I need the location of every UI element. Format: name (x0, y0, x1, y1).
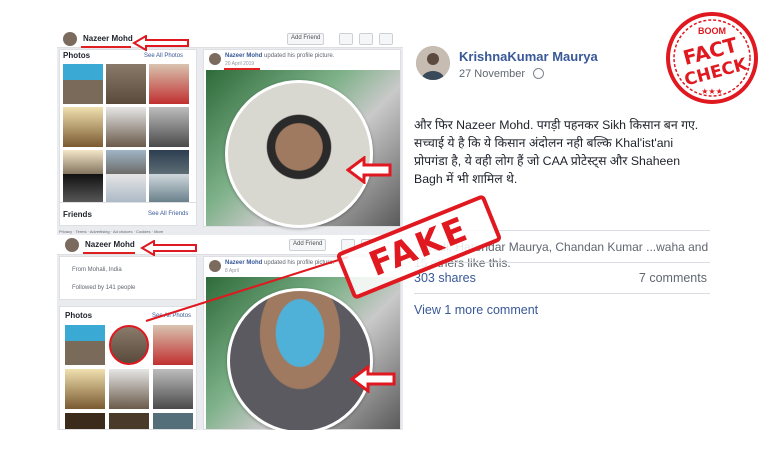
photo-thumbnail[interactable] (65, 325, 105, 365)
arrow-icon (350, 365, 396, 393)
profile-name[interactable]: Nazeer Mohd (85, 240, 135, 249)
post-date[interactable]: 20 April 2019 (225, 61, 254, 67)
name-highlight-underline (83, 252, 135, 254)
photo-thumbnail[interactable] (109, 369, 149, 409)
photos-panel-top: Photos See All Photos (59, 49, 197, 219)
avatar[interactable] (65, 238, 79, 252)
more-options-icon[interactable] (379, 33, 393, 45)
follow-icon[interactable] (359, 33, 373, 45)
from-location: From Mohali, India (72, 267, 122, 273)
add-friend-button[interactable]: Add Friend (287, 33, 325, 45)
friends-heading: Friends (63, 210, 92, 219)
photo-thumbnail[interactable] (149, 64, 189, 104)
fact-check-badge-icon: BOOM FACT CHECK ★★★ (666, 12, 758, 104)
comments-count[interactable]: 7 comments (639, 271, 707, 285)
footer-links[interactable]: Privacy · Terms · Advertising · Ad choic… (59, 229, 163, 234)
followed-by: Followed by 141 people (72, 285, 136, 291)
post-timestamp[interactable]: 27 November (459, 68, 525, 80)
photo-thumbnail[interactable] (63, 64, 103, 104)
post-body: और फिर Nazeer Mohd. पगड़ी पहनकर Sikh किस… (414, 118, 699, 186)
photos-heading: Photos (65, 311, 93, 320)
photo-thumbnail[interactable] (65, 413, 105, 429)
avatar[interactable] (63, 32, 77, 46)
badge-stars-icon: ★★★ (701, 87, 723, 96)
photo-thumbnail[interactable] (65, 369, 105, 409)
avatar-silhouette-icon (416, 46, 450, 80)
photos-heading: Photos (63, 51, 91, 60)
photo-thumbnail[interactable] (149, 107, 189, 147)
view-more-comments-link[interactable]: View 1 more comment (414, 303, 538, 317)
date-highlight-underline (224, 68, 260, 70)
photo-thumbnail[interactable] (153, 413, 193, 429)
friends-panel: Friends See All Friends (59, 202, 197, 226)
divider (414, 262, 710, 263)
message-icon[interactable] (339, 33, 353, 45)
photo-thumbnail[interactable] (109, 413, 149, 429)
avatar[interactable] (209, 53, 221, 65)
photo-thumbnail[interactable] (63, 107, 103, 147)
photo-thumbnail[interactable] (106, 64, 146, 104)
shares-count[interactable]: 303 shares (414, 271, 476, 285)
photo-thumbnail[interactable] (153, 369, 193, 409)
photo-thumbnail-highlighted[interactable] (109, 325, 149, 365)
name-highlight-underline (81, 46, 131, 48)
arrow-icon (132, 35, 189, 51)
arrow-icon (346, 156, 392, 184)
photo-thumbnail[interactable] (106, 107, 146, 147)
post-action: updated his profile picture. (264, 53, 335, 59)
add-friend-button[interactable]: Add Friend (289, 239, 327, 251)
badge-top-text: BOOM (698, 26, 726, 36)
see-all-friends-link[interactable]: See All Friends (148, 211, 188, 217)
post-author[interactable]: Nazeer Mohd (225, 53, 262, 59)
see-all-photos-link[interactable]: See All Photos (144, 53, 183, 59)
divider (414, 293, 710, 294)
avatar[interactable] (416, 46, 450, 80)
globe-icon[interactable] (533, 68, 544, 79)
arrow-icon (140, 240, 197, 256)
post-author[interactable]: KrishnaKumar Maurya (459, 49, 598, 64)
connector-line (145, 256, 349, 322)
profile-name[interactable]: Nazeer Mohd (83, 34, 133, 43)
profile-photo-circle-bareheaded (225, 80, 373, 228)
post-header: Nazeer Mohd updated his profile picture. (225, 53, 334, 59)
photo-thumbnail[interactable] (153, 325, 193, 365)
